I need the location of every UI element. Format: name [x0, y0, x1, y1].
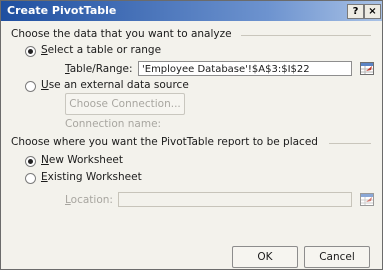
- select-range-mnemonic: S: [41, 44, 48, 56]
- table-range-input[interactable]: 'Employee Database'!$A$3:$I$22: [138, 61, 352, 76]
- location-input[interactable]: [118, 192, 352, 207]
- location-label: Location:: [65, 194, 113, 206]
- ok-button[interactable]: OK: [232, 246, 298, 268]
- existing-worksheet-label[interactable]: Existing Worksheet: [41, 171, 142, 183]
- new-worksheet-radio[interactable]: [25, 156, 36, 167]
- existing-worksheet-radio[interactable]: [25, 173, 36, 184]
- existing-worksheet-label-text: xisting Worksheet: [47, 171, 142, 183]
- dialog-title: Create PivotTable: [7, 4, 117, 17]
- existing-worksheet-mnemonic: E: [41, 171, 48, 183]
- new-worksheet-label[interactable]: New Worksheet: [41, 154, 123, 166]
- select-range-label[interactable]: Select a table or range: [41, 44, 161, 56]
- section-divider: [241, 35, 371, 36]
- location-label-text: ocation:: [70, 194, 113, 206]
- placement-section-heading: Choose where you want the PivotTable rep…: [11, 136, 318, 148]
- cancel-button[interactable]: Cancel: [304, 246, 370, 268]
- choose-connection-button[interactable]: Choose Connection...: [65, 93, 185, 115]
- analyze-section-heading: Choose the data that you want to analyze: [11, 28, 232, 40]
- select-range-radio[interactable]: [25, 46, 36, 57]
- title-bar: Create PivotTable ? ×: [1, 1, 382, 21]
- table-range-label-text: able/Range:: [69, 63, 133, 75]
- range-picker-icon[interactable]: [360, 62, 374, 75]
- new-worksheet-mnemonic: N: [41, 154, 49, 166]
- table-range-label: Table/Range:: [65, 63, 133, 75]
- external-source-radio[interactable]: [25, 81, 36, 92]
- close-icon[interactable]: ×: [364, 4, 381, 19]
- range-picker-icon[interactable]: [360, 193, 374, 206]
- section-divider: [329, 143, 371, 144]
- connection-name-label: Connection name:: [65, 118, 162, 130]
- create-pivottable-dialog: Create PivotTable ? × Choose the data th…: [0, 0, 383, 270]
- new-worksheet-label-text: ew Worksheet: [48, 154, 123, 166]
- external-source-label-text: se an external data source: [48, 79, 189, 91]
- external-source-label[interactable]: Use an external data source: [41, 79, 189, 91]
- external-source-mnemonic: U: [41, 79, 49, 91]
- help-icon[interactable]: ?: [347, 4, 364, 19]
- select-range-label-text: elect a table or range: [47, 44, 162, 56]
